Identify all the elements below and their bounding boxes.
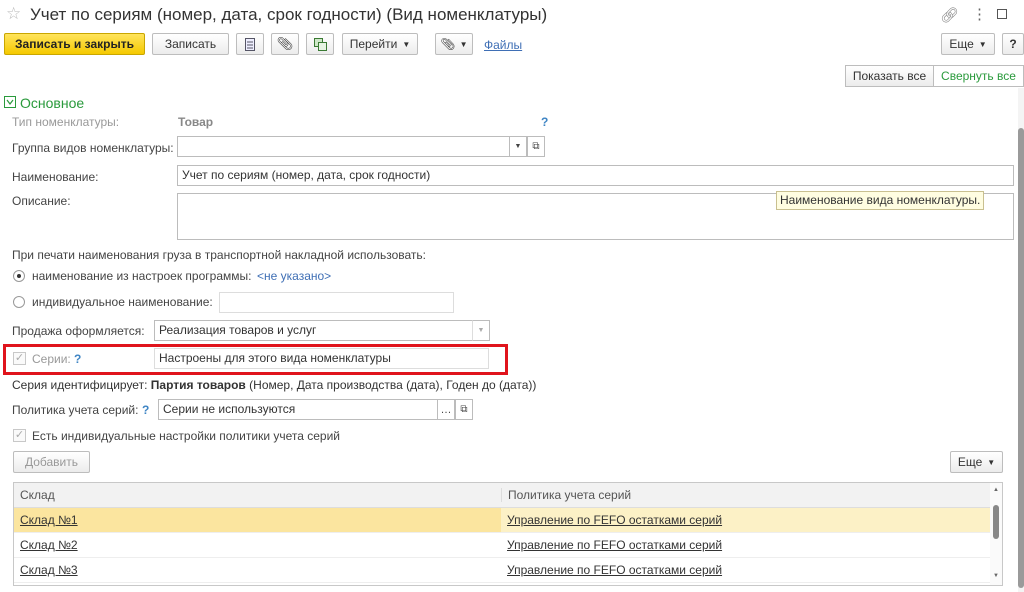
more-button[interactable]: Еще ▼: [941, 33, 995, 55]
print-label: При печати наименования груза в транспор…: [12, 248, 426, 262]
help-button[interactable]: ?: [1002, 33, 1024, 55]
tooltip: Наименование вида номенклатуры.: [776, 191, 985, 210]
individual-settings-checkbox[interactable]: ✓: [13, 429, 26, 442]
goto-label: Перейти: [349, 37, 398, 51]
radio-program-name-label[interactable]: наименование из настроек программы:: [32, 269, 251, 283]
add-button[interactable]: Добавить: [13, 451, 90, 473]
policy-help-icon[interactable]: ?: [142, 403, 149, 417]
radio-individual-name[interactable]: [13, 296, 25, 308]
favorite-star-icon[interactable]: ☆: [6, 4, 21, 24]
collapse-all-button[interactable]: Свернуть все: [933, 65, 1024, 87]
series-id-text: Серия идентифицирует: Партия товаров (Но…: [12, 378, 536, 392]
series-help-icon[interactable]: ?: [74, 352, 81, 366]
page-scrollbar[interactable]: [1018, 88, 1024, 592]
description-label: Описание:: [12, 194, 71, 208]
series-id-bold: Партия товаров: [150, 378, 246, 392]
save-button[interactable]: Записать: [152, 33, 229, 55]
table-scrollbar[interactable]: ▲ ▼: [990, 483, 1002, 585]
row-warehouse[interactable]: Склад №3: [14, 563, 501, 577]
table-more-button[interactable]: Еще ▼: [950, 451, 1003, 473]
row-policy[interactable]: Управление по FEFO остатками серий: [501, 538, 990, 552]
link-icon[interactable]: 🔗︎: [940, 6, 959, 24]
header-policy[interactable]: Политика учета серий: [501, 488, 990, 502]
show-all-button[interactable]: Показать все: [845, 65, 934, 87]
policy-open-icon[interactable]: ⧉: [455, 399, 473, 420]
policy-label: Политика учета серий:: [12, 403, 139, 417]
scrollbar-thumb[interactable]: [993, 505, 999, 539]
row-policy[interactable]: Управление по FEFO остатками серий: [501, 563, 990, 577]
chevron-down-icon: ▼: [402, 39, 411, 49]
copy-icon[interactable]: [306, 33, 334, 55]
program-name-link[interactable]: <не указано>: [257, 269, 331, 283]
series-label: Серии:: [32, 352, 71, 366]
save-close-button[interactable]: Записать и закрыть: [4, 33, 145, 55]
sale-dropdown-icon[interactable]: ▼: [472, 320, 490, 341]
group-open-icon[interactable]: ⧉: [527, 136, 545, 157]
table-row[interactable]: Склад №1 Управление по FEFO остатками се…: [14, 508, 990, 533]
radio-individual-name-label[interactable]: индивидуальное наименование:: [32, 295, 213, 309]
table-row[interactable]: Склад №3 Управление по FEFO остатками се…: [14, 558, 990, 583]
series-id-rest: (Номер, Дата производства (дата), Годен …: [249, 378, 537, 392]
scroll-down-icon[interactable]: ▼: [993, 573, 999, 579]
row-policy[interactable]: Управление по FEFO остатками серий: [501, 508, 990, 532]
report-icon[interactable]: [236, 33, 264, 55]
header-warehouse[interactable]: Склад: [14, 488, 501, 502]
individual-settings-label: Есть индивидуальные настройки политики у…: [32, 429, 341, 443]
sale-select[interactable]: Реализация товаров и услуг: [154, 320, 490, 341]
type-label: Тип номенклатуры:: [12, 115, 120, 129]
chevron-down-icon: ▼: [459, 39, 468, 49]
table-row[interactable]: Склад №2 Управление по FEFO остатками се…: [14, 533, 990, 558]
name-input[interactable]: Учет по сериям (номер, дата, срок годнос…: [177, 165, 1014, 186]
series-id-prefix: Серия идентифицирует:: [12, 378, 148, 392]
policy-select-icon[interactable]: …: [437, 399, 455, 420]
scroll-up-icon[interactable]: ▲: [993, 487, 999, 493]
series-checkbox[interactable]: ✓: [13, 352, 26, 365]
section-toggle-icon[interactable]: [4, 96, 16, 108]
section-title[interactable]: Основное: [20, 95, 84, 111]
more-label: Еще: [949, 37, 974, 51]
table-header: Склад Политика учета серий: [14, 483, 990, 508]
attach-menu-button[interactable]: 📎︎ ▼: [435, 33, 473, 55]
row-warehouse[interactable]: Склад №2: [14, 538, 501, 552]
files-link[interactable]: Файлы: [484, 38, 522, 52]
page-scrollbar-thumb[interactable]: [1018, 128, 1024, 588]
table-more-label: Еще: [957, 455, 983, 469]
group-label: Группа видов номенклатуры:: [12, 141, 174, 155]
series-value: Настроены для этого вида номенклатуры: [154, 348, 489, 369]
attach-icon[interactable]: 📎︎: [271, 33, 299, 55]
chevron-down-icon: ▼: [987, 457, 996, 467]
sale-label: Продажа оформляется:: [12, 324, 145, 338]
window-title: Учет по сериям (номер, дата, срок годнос…: [30, 5, 548, 24]
menu-icon[interactable]: ⋮: [972, 5, 987, 23]
radio-program-name[interactable]: [13, 270, 25, 282]
name-label: Наименование:: [12, 170, 99, 184]
individual-name-input[interactable]: [219, 292, 454, 313]
row-warehouse[interactable]: Склад №1: [14, 513, 501, 527]
group-dropdown-icon[interactable]: ▼: [509, 136, 527, 157]
type-help-icon[interactable]: ?: [541, 115, 548, 129]
goto-button[interactable]: Перейти ▼: [342, 33, 418, 55]
maximize-icon[interactable]: [997, 9, 1007, 19]
policy-input[interactable]: Серии не используются: [158, 399, 455, 420]
paperclip-icon: 📎︎: [440, 37, 456, 51]
type-value: Товар: [178, 115, 214, 129]
group-input[interactable]: [177, 136, 526, 157]
chevron-down-icon: ▼: [978, 39, 987, 49]
